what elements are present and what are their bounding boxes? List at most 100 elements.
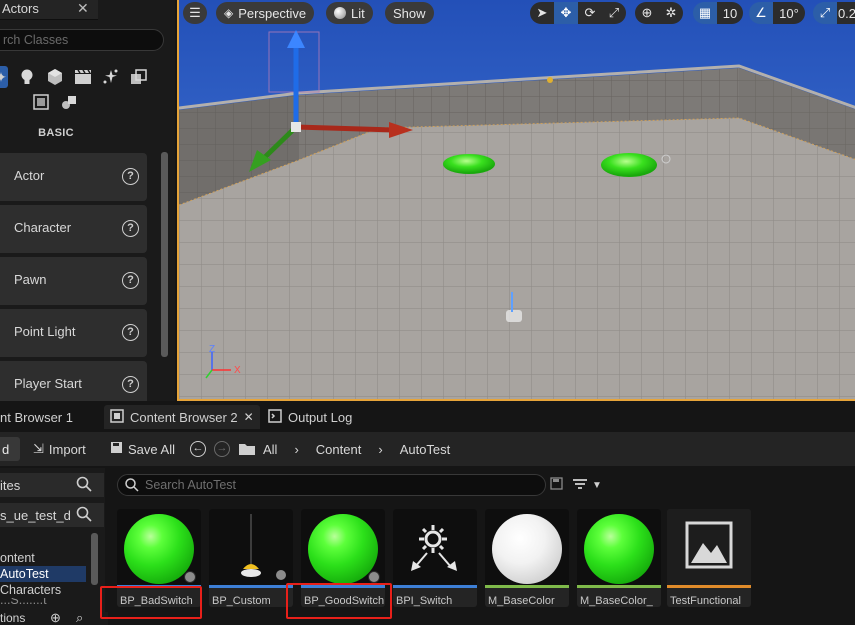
class-search-input[interactable] <box>3 32 153 48</box>
search-icon[interactable] <box>76 476 92 495</box>
tree-item-partial[interactable]: ...S.......t <box>0 598 47 604</box>
actor-item-pawn[interactable]: Pawn ? <box>0 257 147 305</box>
import-icon: ⇲ <box>33 441 44 456</box>
select-mode-icon[interactable]: ➤ <box>530 2 554 24</box>
asset-tile-m-basecolor-inst[interactable]: M_BaseColor_ <box>577 509 661 607</box>
world-space-icon[interactable]: ⊕ <box>635 2 659 24</box>
tab-output-log[interactable]: Output Log <box>268 405 352 429</box>
grid-snap-value-label: 10 <box>722 5 738 21</box>
breadcrumb-item[interactable]: AutoTest <box>400 442 451 457</box>
scale-snap-value-label: 0.2 <box>837 5 855 21</box>
help-icon[interactable]: ? <box>122 324 139 341</box>
scale-snap-value[interactable]: 0.2 <box>837 2 855 24</box>
asset-thumbnail <box>301 509 385 585</box>
asset-thumbnail <box>577 509 661 585</box>
view-mode-button[interactable]: Lit <box>326 2 373 24</box>
save-all-button[interactable]: Save All <box>110 440 175 458</box>
close-icon[interactable]: ✕ <box>244 410 254 424</box>
grid-snap-icon[interactable]: ▦ <box>693 2 717 24</box>
actor-item-label: Player Start <box>14 376 82 391</box>
lamp-icon <box>241 514 286 580</box>
tab-label: Content Browser 2 <box>130 409 238 425</box>
help-icon[interactable]: ? <box>122 376 139 393</box>
asset-search-box[interactable] <box>117 474 546 496</box>
translate-mode-icon[interactable]: ✥ <box>554 2 578 24</box>
surface-snap-icon[interactable]: ✲ <box>659 2 683 24</box>
asset-type-strip <box>485 585 569 588</box>
tab-label: Output Log <box>288 409 353 425</box>
tab-content-browser-2[interactable]: Content Browser 2 ✕ <box>104 405 260 429</box>
favorites-label: ites <box>0 477 21 493</box>
help-icon[interactable]: ? <box>122 220 139 237</box>
show-label: Show <box>393 5 426 21</box>
project-header[interactable]: s_ue_test_d <box>0 503 104 527</box>
add-icon[interactable]: ⊕ <box>50 610 61 625</box>
recently-placed-icon[interactable]: ✦ <box>0 66 8 88</box>
search-icon[interactable] <box>76 506 92 525</box>
rotate-mode-icon[interactable]: ⟳ <box>578 2 602 24</box>
back-button[interactable]: ← <box>190 440 206 458</box>
import-button[interactable]: ⇲ Import <box>33 440 86 458</box>
scrollbar[interactable] <box>91 533 98 585</box>
tree-item-autotest[interactable]: AutoTest <box>0 566 86 582</box>
actor-item-character[interactable]: Character ? <box>0 205 147 253</box>
asset-tile-bp-custom[interactable]: BP_Custom <box>209 509 293 607</box>
scrollbar[interactable] <box>161 152 168 357</box>
level-viewport[interactable]: Z X ☰ ◈ Perspective Lit Show ➤ ✥ ⟳ ⤢ ⊕ ✲… <box>177 0 855 401</box>
folder-icon[interactable] <box>238 440 256 458</box>
shapes-cube-icon[interactable] <box>44 66 66 88</box>
help-icon[interactable]: ? <box>122 272 139 289</box>
scale-mode-icon[interactable]: ⤢ <box>602 2 626 24</box>
asset-tile-bpi-switch[interactable]: BPI_Switch <box>393 509 477 607</box>
save-search-icon[interactable] <box>550 477 563 493</box>
help-icon[interactable]: ? <box>122 168 139 185</box>
add-button[interactable]: d <box>0 437 20 461</box>
perspective-button[interactable]: ◈ Perspective <box>216 2 315 24</box>
lightbulb-icon[interactable] <box>16 66 38 88</box>
white-sphere-icon <box>492 514 562 584</box>
place-actors-panel: Actors ✕ ✦ BASIC Actor ? Character ? Paw… <box>0 0 175 401</box>
breadcrumb-item[interactable]: Content <box>316 442 362 457</box>
asset-tile-testfunctional[interactable]: TestFunctional <box>667 509 751 607</box>
tree-item-characters[interactable]: Characters <box>0 582 61 598</box>
asset-thumbnail <box>117 509 201 585</box>
asset-label: BPI_Switch <box>396 595 453 607</box>
asset-tile-m-basecolor[interactable]: M_BaseColor <box>485 509 569 607</box>
close-icon[interactable]: ✕ <box>77 0 89 17</box>
output-log-icon <box>268 408 282 426</box>
blueprint-badge-icon <box>368 571 380 583</box>
tree-item-content[interactable]: ontent <box>0 550 35 566</box>
show-button[interactable]: Show <box>385 2 434 24</box>
rotation-snap-value[interactable]: 10° <box>773 2 805 24</box>
category-label: BASIC <box>38 127 74 139</box>
hamburger-menu-icon: ☰ <box>189 5 201 20</box>
favorites-header[interactable]: ites <box>0 473 104 497</box>
search-icon[interactable]: ⌕ <box>76 610 83 625</box>
filter-button[interactable]: ▼ <box>572 477 602 494</box>
asset-label: BP_Custom <box>212 595 271 607</box>
asset-thumbnail <box>485 509 569 585</box>
class-search-box[interactable] <box>0 29 164 51</box>
scale-snap-icon[interactable]: ⤢ <box>813 2 837 24</box>
forward-button[interactable]: → <box>214 440 230 458</box>
actor-item-player-start[interactable]: Player Start ? <box>0 361 147 401</box>
rotation-snap-icon[interactable]: ∠ <box>749 2 773 24</box>
highlight-box <box>286 583 392 619</box>
cinematics-clapper-icon[interactable] <box>72 66 94 88</box>
actor-item-actor[interactable]: Actor ? <box>0 153 147 201</box>
all-classes-icon[interactable] <box>30 91 52 113</box>
shapes-icon[interactable] <box>58 91 80 113</box>
tab-content-browser-1[interactable]: nt Browser 1 <box>0 405 73 429</box>
breadcrumb-item[interactable]: All <box>263 442 277 457</box>
asset-label: M_BaseColor_ <box>580 595 653 607</box>
visual-effects-icon[interactable] <box>100 66 122 88</box>
volumes-icon[interactable] <box>128 66 150 88</box>
actor-item-point-light[interactable]: Point Light ? <box>0 309 147 357</box>
place-actors-tab[interactable]: Actors ✕ <box>0 0 98 20</box>
rotation-snap-value-label: 10° <box>779 5 799 21</box>
viewport-menu-button[interactable]: ☰ <box>183 2 207 24</box>
green-sphere-icon <box>584 514 654 584</box>
asset-search-input[interactable] <box>145 477 535 493</box>
grid-snap-value[interactable]: 10 <box>717 2 743 24</box>
blueprint-badge-icon <box>184 571 196 583</box>
